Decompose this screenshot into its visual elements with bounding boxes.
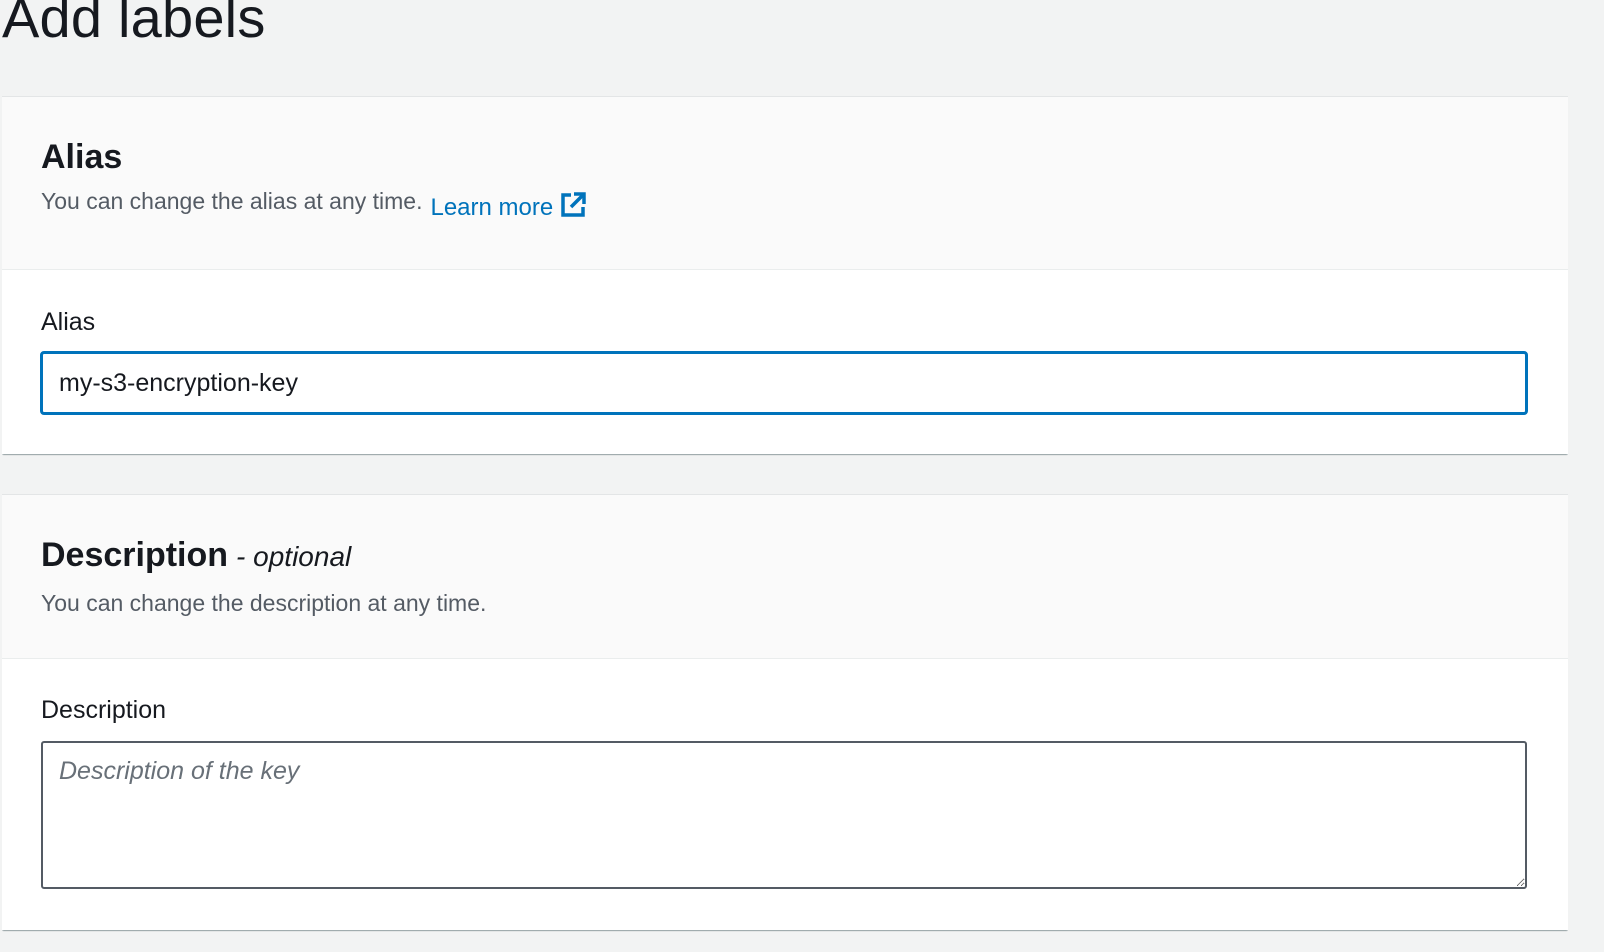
add-labels-page: Add labels Alias You can change the alia…	[0, 0, 1604, 952]
alias-panel-header: Alias You can change the alias at any ti…	[2, 97, 1568, 270]
external-link-icon	[559, 191, 587, 219]
description-title-text: Description	[41, 536, 229, 574]
description-section-title: Description - optional	[41, 535, 351, 577]
page-title: Add labels	[2, 0, 266, 49]
alias-input[interactable]	[40, 351, 1528, 415]
description-panel: Description - optional You can change the…	[2, 494, 1568, 930]
description-textarea[interactable]	[41, 741, 1527, 889]
learn-more-label: Learn more	[430, 194, 554, 221]
description-section-description: You can change the description at any ti…	[41, 590, 487, 616]
optional-tag: - optional	[236, 541, 352, 572]
alias-panel: Alias You can change the alias at any ti…	[2, 96, 1568, 454]
learn-more-link[interactable]: Learn more	[430, 191, 587, 221]
description-field-label: Description	[41, 696, 167, 724]
description-panel-header: Description - optional You can change the…	[2, 495, 1568, 659]
alias-description-text: You can change the alias at any time.	[41, 188, 423, 214]
alias-section-description: You can change the alias at any time. Lea…	[41, 187, 587, 221]
alias-field-label: Alias	[41, 308, 96, 336]
alias-section-title: Alias	[41, 138, 123, 176]
